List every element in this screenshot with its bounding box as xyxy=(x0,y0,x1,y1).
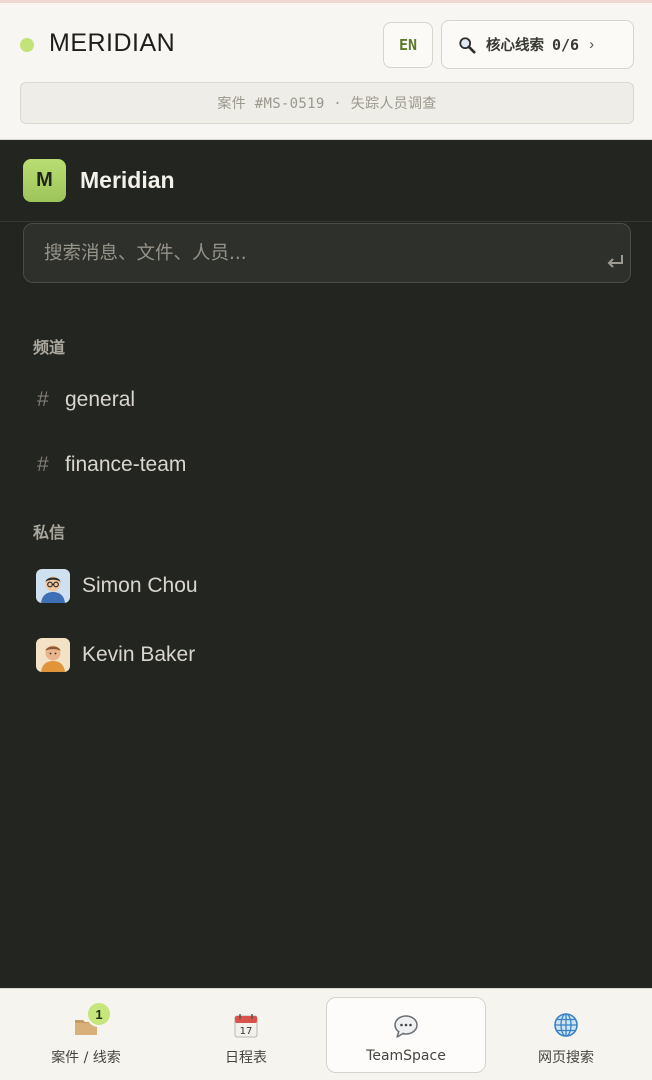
channel-item-finance-team[interactable]: # finance-team xyxy=(23,440,631,490)
message-search-input[interactable] xyxy=(44,224,604,282)
notification-badge: 1 xyxy=(86,1001,112,1027)
workspace-name: Meridian xyxy=(80,167,175,193)
globe-icon xyxy=(552,1011,580,1039)
message-search-box[interactable] xyxy=(23,223,631,283)
key-clues-label: 核心线索 xyxy=(486,38,544,54)
dms-heading: 私信 xyxy=(33,523,66,542)
hash-icon: # xyxy=(37,453,49,476)
man-glasses-avatar xyxy=(36,569,70,603)
nav-tab-cases[interactable]: 1 案件 / 线索 xyxy=(6,997,166,1073)
key-clues-button[interactable]: 核心线索 0/6 › xyxy=(441,20,634,69)
nav-tab-calendar[interactable]: 17 日程表 xyxy=(166,997,326,1073)
app-header: MERIDIAN EN 核心线索 0/6 › 案件 #MS-0519 · 失踪人… xyxy=(0,0,652,140)
channels-heading: 频道 xyxy=(33,338,66,357)
workspace-logo: M xyxy=(23,159,66,202)
bottom-nav: 1 案件 / 线索 17 日程表 TeamSpace 网页搜索 xyxy=(0,988,652,1080)
channel-label: general xyxy=(65,388,136,411)
nav-label: 日程表 xyxy=(225,1050,267,1066)
dm-label: Simon Chou xyxy=(82,574,198,597)
language-toggle-button[interactable]: EN xyxy=(383,22,433,68)
nav-label: TeamSpace xyxy=(366,1048,446,1064)
teamspace-panel: M Meridian 频道 # general # finance-team 私… xyxy=(0,140,652,988)
enter-key-icon xyxy=(607,255,623,268)
dm-item-kevin-baker[interactable]: Kevin Baker xyxy=(23,627,631,683)
status-dot xyxy=(20,38,34,52)
calendar-day: 17 xyxy=(240,1026,253,1037)
case-info-bar: 案件 #MS-0519 · 失踪人员调查 xyxy=(20,82,634,124)
nav-label: 案件 / 线索 xyxy=(51,1050,121,1066)
hash-icon: # xyxy=(37,388,49,411)
nav-tab-web-search[interactable]: 网页搜索 xyxy=(486,997,646,1073)
nav-tab-teamspace[interactable]: TeamSpace xyxy=(326,997,486,1073)
search-icon xyxy=(459,36,476,54)
dm-item-simon-chou[interactable]: Simon Chou xyxy=(23,558,631,614)
man-avatar xyxy=(36,638,70,672)
channel-item-general[interactable]: # general xyxy=(23,375,631,425)
key-clues-count: 0/6 xyxy=(552,35,580,54)
channel-label: finance-team xyxy=(65,453,187,476)
chat-icon xyxy=(392,1012,420,1040)
calendar-icon: 17 xyxy=(232,1011,260,1039)
chevron-right-icon: › xyxy=(589,36,595,53)
nav-label: 网页搜索 xyxy=(538,1050,594,1066)
folder-icon: 1 xyxy=(72,1001,112,1039)
dm-label: Kevin Baker xyxy=(82,643,196,666)
workspace-header: M Meridian xyxy=(0,140,652,222)
app-title: MERIDIAN xyxy=(49,29,176,57)
